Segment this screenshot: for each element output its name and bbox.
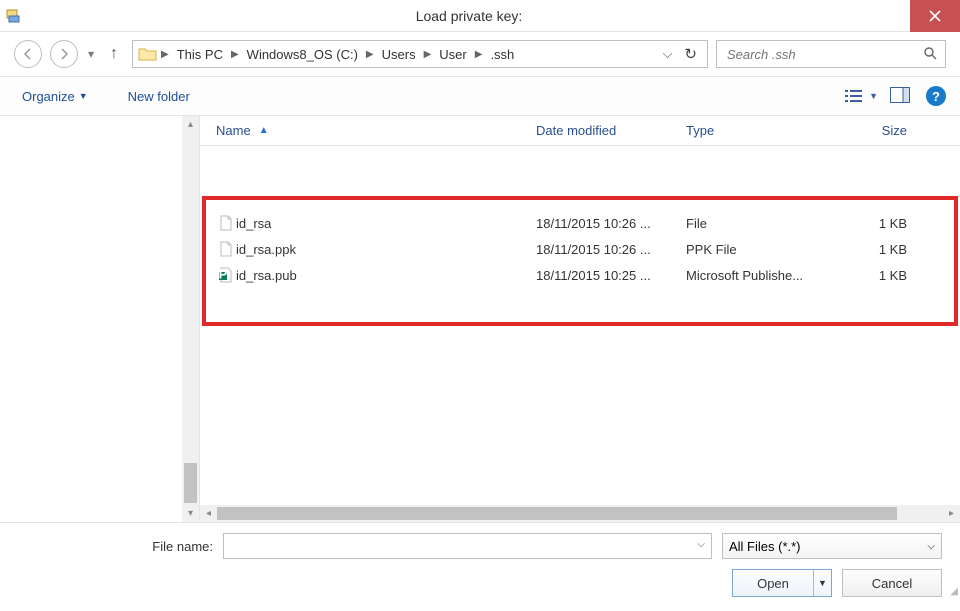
file-name: id_rsa.ppk xyxy=(236,242,536,257)
search-icon[interactable] xyxy=(923,46,937,63)
bottom-panel: File name: ⌵ All Files (*.*) ⌵ Open ▼ Ca… xyxy=(0,522,960,611)
chevron-down-icon: ▼ xyxy=(79,91,88,101)
command-bar: Organize ▼ New folder ▼ ? xyxy=(0,76,960,116)
crumb-user[interactable]: User xyxy=(433,47,472,62)
new-folder-label: New folder xyxy=(128,89,190,104)
app-icon xyxy=(0,8,28,24)
title-bar: Load private key: xyxy=(0,0,960,32)
list-horizontal-scrollbar[interactable]: ◂ ▸ xyxy=(200,505,960,522)
sort-asc-icon: ▲ xyxy=(259,125,269,136)
recent-locations-dropdown[interactable]: ▾ xyxy=(86,47,96,61)
chevron-right-icon: ▶ xyxy=(364,49,376,60)
chevron-right-icon: ▶ xyxy=(422,49,434,60)
column-name[interactable]: Name ▲ xyxy=(216,123,536,138)
scroll-thumb[interactable] xyxy=(217,507,897,520)
preview-pane-button[interactable] xyxy=(884,83,916,110)
file-type: PPK File xyxy=(686,242,841,257)
file-size: 1 KB xyxy=(841,242,921,257)
scroll-thumb[interactable] xyxy=(184,463,197,503)
file-name: id_rsa xyxy=(236,216,536,231)
crumb-drive[interactable]: Windows8_OS (C:) xyxy=(241,47,364,62)
file-date: 18/11/2015 10:25 ... xyxy=(536,268,686,283)
column-type[interactable]: Type xyxy=(686,123,841,138)
breadcrumb-bar[interactable]: ▶ This PC ▶ Windows8_OS (C:) ▶ Users ▶ U… xyxy=(132,40,708,68)
column-date[interactable]: Date modified xyxy=(536,123,686,138)
forward-button[interactable] xyxy=(50,40,78,68)
scroll-left-icon[interactable]: ◂ xyxy=(200,508,217,519)
file-row[interactable]: id_rsa.ppk 18/11/2015 10:26 ... PPK File… xyxy=(200,236,960,262)
chevron-right-icon: ▶ xyxy=(229,49,241,60)
column-size[interactable]: Size xyxy=(841,123,921,138)
chevron-down-icon: ▼ xyxy=(869,91,878,101)
nav-tree[interactable]: ▴ ▾ xyxy=(0,116,200,522)
cancel-button[interactable]: Cancel xyxy=(842,569,942,597)
open-split-dropdown[interactable]: ▼ xyxy=(813,570,831,596)
filename-label: File name: xyxy=(18,539,213,554)
file-name: id_rsa.pub xyxy=(236,268,536,283)
filename-input[interactable]: ⌵ xyxy=(223,533,712,559)
scroll-down-icon[interactable]: ▾ xyxy=(182,505,199,522)
window-title: Load private key: xyxy=(28,8,910,24)
file-list: id_rsa 18/11/2015 10:26 ... File 1 KB id… xyxy=(200,146,960,505)
filter-label: All Files (*.*) xyxy=(729,539,801,554)
help-button[interactable]: ? xyxy=(926,86,946,106)
resize-grip-icon[interactable]: ◢ xyxy=(950,586,958,597)
column-name-label: Name xyxy=(216,123,251,138)
scroll-up-icon[interactable]: ▴ xyxy=(182,116,199,133)
file-size: 1 KB xyxy=(841,216,921,231)
crumb-this-pc[interactable]: This PC xyxy=(171,47,229,62)
up-button[interactable]: ↑ xyxy=(104,45,124,63)
search-box[interactable] xyxy=(716,40,946,68)
file-icon xyxy=(216,215,236,231)
chevron-down-icon[interactable]: ⌵ xyxy=(697,539,705,550)
crumb-users[interactable]: Users xyxy=(376,47,422,62)
file-icon xyxy=(216,241,236,257)
nav-bar: ▾ ↑ ▶ This PC ▶ Windows8_OS (C:) ▶ Users… xyxy=(0,32,960,76)
chevron-right-icon: ▶ xyxy=(159,49,171,60)
open-button[interactable]: Open ▼ xyxy=(732,569,832,597)
folder-icon xyxy=(137,43,159,65)
breadcrumb-dropdown[interactable]: ⌵ xyxy=(657,46,679,62)
file-date: 18/11/2015 10:26 ... xyxy=(536,216,686,231)
new-folder-button[interactable]: New folder xyxy=(120,85,198,108)
file-size: 1 KB xyxy=(841,268,921,283)
scroll-right-icon[interactable]: ▸ xyxy=(943,508,960,519)
view-mode-button[interactable]: ▼ xyxy=(839,85,884,107)
crumb-ssh[interactable]: .ssh xyxy=(484,47,520,62)
main-area: ▴ ▾ Name ▲ Date modified Type Size id_rs… xyxy=(0,116,960,522)
file-row[interactable]: P id_rsa.pub 18/11/2015 10:25 ... Micros… xyxy=(200,262,960,288)
search-input[interactable] xyxy=(725,46,923,63)
column-header-row: Name ▲ Date modified Type Size xyxy=(200,116,960,146)
back-button[interactable] xyxy=(14,40,42,68)
publisher-icon: P xyxy=(216,267,236,283)
file-date: 18/11/2015 10:26 ... xyxy=(536,242,686,257)
chevron-down-icon: ⌵ xyxy=(927,541,935,552)
tree-scrollbar[interactable]: ▴ ▾ xyxy=(182,116,199,522)
filetype-filter[interactable]: All Files (*.*) ⌵ xyxy=(722,533,942,559)
cancel-label: Cancel xyxy=(872,576,912,591)
file-type: Microsoft Publishe... xyxy=(686,268,841,283)
file-row[interactable]: id_rsa 18/11/2015 10:26 ... File 1 KB xyxy=(200,210,960,236)
organize-label: Organize xyxy=(22,89,75,104)
close-button[interactable] xyxy=(910,0,960,32)
organize-button[interactable]: Organize ▼ xyxy=(14,85,96,108)
chevron-right-icon: ▶ xyxy=(473,49,485,60)
file-list-pane: Name ▲ Date modified Type Size id_rsa 18… xyxy=(200,116,960,522)
open-label: Open xyxy=(733,576,813,591)
file-type: File xyxy=(686,216,841,231)
svg-text:P: P xyxy=(219,267,228,282)
refresh-button[interactable]: ↻ xyxy=(678,45,703,63)
